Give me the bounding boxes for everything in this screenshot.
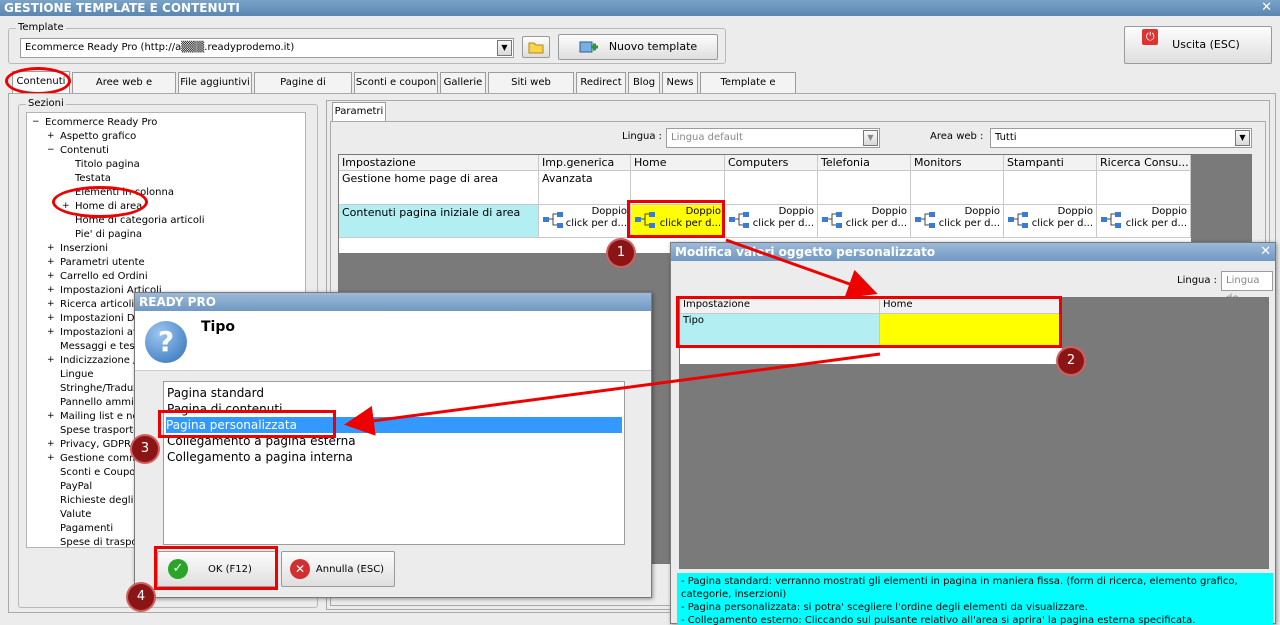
arrow-2 <box>344 352 881 436</box>
step-badge-2: 2 <box>1058 348 1084 374</box>
step-badge-4: 4 <box>128 584 154 610</box>
step-badge-1: 1 <box>608 240 634 266</box>
step-badge-3: 3 <box>132 436 158 462</box>
arrow-1 <box>725 238 878 299</box>
annotation-arrows <box>344 238 881 436</box>
